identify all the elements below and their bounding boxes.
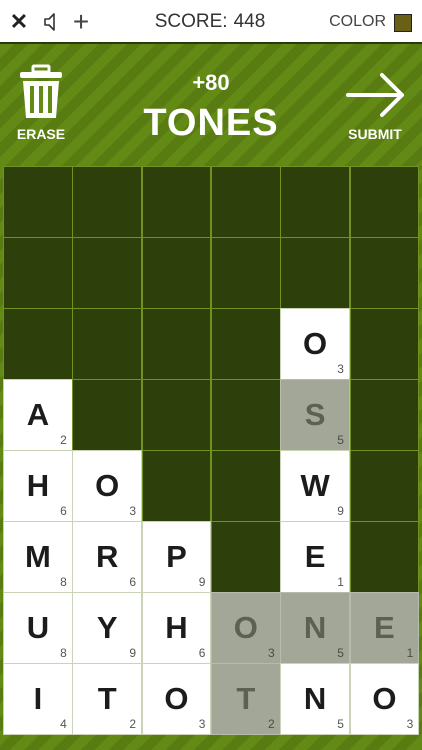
color-swatch[interactable] (394, 14, 412, 32)
letter-tile[interactable]: E1 (280, 521, 350, 593)
letter-tile[interactable]: O3 (141, 663, 212, 735)
letter-tile[interactable]: P9 (141, 521, 212, 593)
empty-cell (141, 237, 212, 309)
letter-tile[interactable]: R6 (72, 521, 143, 593)
tile-points: 6 (60, 503, 67, 518)
empty-cell (349, 237, 420, 309)
empty-cell (280, 237, 350, 309)
empty-cell (210, 521, 281, 593)
letter-tile[interactable]: Y9 (72, 592, 143, 664)
letter-tile-selected[interactable]: O3 (210, 592, 281, 664)
tile-points: 3 (268, 645, 275, 660)
empty-cell (210, 308, 281, 380)
tile-points: 2 (129, 716, 137, 731)
empty-cell (72, 308, 143, 380)
tile-points: 5 (337, 432, 344, 447)
letter-tile-selected[interactable]: S5 (280, 379, 350, 451)
tile-points: 2 (268, 716, 275, 731)
letter-tile[interactable]: H6 (141, 592, 212, 664)
letter-tile-selected[interactable]: T2 (210, 663, 281, 735)
tile-points: 6 (198, 645, 206, 660)
tile-points: 3 (129, 503, 137, 518)
letter-tile[interactable]: A2 (3, 379, 73, 451)
letter-tile[interactable]: O3 (72, 450, 143, 522)
close-icon[interactable]: ✕ (8, 0, 30, 44)
tile-points: 3 (198, 716, 206, 731)
empty-cell (210, 450, 281, 522)
letter-tile[interactable]: H6 (3, 450, 73, 522)
tile-points: 3 (337, 361, 344, 376)
letter-tile[interactable]: I4 (3, 663, 73, 735)
tile-points: 9 (198, 574, 206, 589)
empty-cell (349, 521, 420, 593)
tile-points: 8 (60, 645, 67, 660)
empty-cell (349, 166, 420, 238)
submit-button-label[interactable]: SUBMIT (340, 126, 410, 142)
score-display: SCORE: 448 (120, 0, 300, 44)
empty-cell (349, 308, 420, 380)
letter-tile[interactable]: M8 (3, 521, 73, 593)
top-bar: ✕ + SCORE: 448 COLOR (0, 0, 422, 44)
letter-tile[interactable]: T2 (72, 663, 143, 735)
letter-tile[interactable]: W9 (280, 450, 350, 522)
tile-points: 4 (60, 716, 67, 731)
plus-icon[interactable]: + (70, 0, 92, 44)
arrow-right-icon[interactable] (344, 70, 408, 120)
tile-points: 9 (129, 645, 137, 660)
tile-points: 1 (337, 574, 344, 589)
speaker-icon[interactable] (40, 0, 64, 44)
color-label[interactable]: COLOR (329, 0, 386, 44)
letter-tile[interactable]: U8 (3, 592, 73, 664)
tile-points: 6 (129, 574, 137, 589)
empty-cell (210, 379, 281, 451)
tile-points: 5 (337, 716, 344, 731)
empty-cell (210, 237, 281, 309)
letter-tile-selected[interactable]: N5 (280, 592, 350, 664)
empty-cell (3, 166, 73, 238)
empty-cell (210, 166, 281, 238)
letter-tile-selected[interactable]: E1 (349, 592, 420, 664)
empty-cell (72, 379, 143, 451)
empty-cell (141, 308, 212, 380)
empty-cell (141, 166, 212, 238)
tile-points: 5 (337, 645, 344, 660)
empty-cell (3, 308, 73, 380)
header: ERASE +80 TONES SUBMIT (0, 44, 422, 166)
tile-points: 3 (406, 716, 414, 731)
empty-cell (280, 166, 350, 238)
empty-cell (72, 166, 143, 238)
empty-cell (349, 379, 420, 451)
empty-cell (349, 450, 420, 522)
empty-cell (72, 237, 143, 309)
empty-cell (141, 379, 212, 451)
letter-tile[interactable]: O3 (280, 308, 350, 380)
empty-cell (141, 450, 212, 522)
letter-tile[interactable]: N5 (280, 663, 350, 735)
letter-tile[interactable]: O3 (349, 663, 420, 735)
letter-board: O3A2S5H6O3W9M8R6P9E1U8Y9H6O3N5E1I4T2O3T2… (0, 166, 422, 750)
empty-cell (3, 237, 73, 309)
tile-points: 9 (337, 503, 344, 518)
tile-points: 1 (406, 645, 414, 660)
tile-points: 8 (60, 574, 67, 589)
tile-points: 2 (60, 432, 67, 447)
score-value: 448 (233, 11, 266, 32)
score-label: SCORE: (154, 11, 228, 32)
